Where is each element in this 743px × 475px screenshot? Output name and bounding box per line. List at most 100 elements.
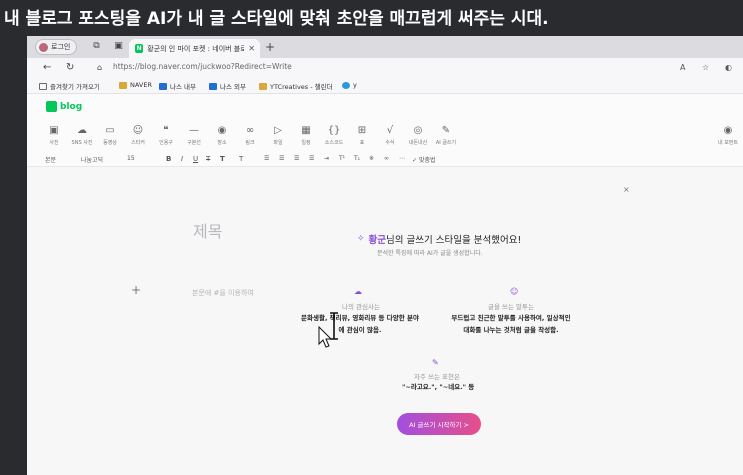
favorite-star-icon[interactable]: ☆: [702, 63, 709, 72]
lock-icon[interactable]: ⌂: [97, 63, 102, 72]
toolbar-formula-button[interactable]: √ 수식: [377, 125, 403, 146]
bookmarks-bar: 즐겨찾기 가져오기 NAVER 나스 내부 나스 외부 YTCreatives …: [27, 78, 743, 94]
editor-toolbar: ▣ 사진 ☁ SNS 사진 ▭ 동영상 ☺ 스티커 ❝ 인용구 — 구분선 ◉ 장소 ∞ 링크 ▷ 파일 ▦ 일정 {}…: [27, 121, 743, 151]
bold-button[interactable]: B: [166, 155, 171, 163]
code-icon: {}: [327, 125, 341, 136]
title-input[interactable]: 제목: [193, 218, 222, 242]
expression-text: "~라고요.", "~네요." 등: [402, 383, 475, 391]
bookmark-ytcreatives[interactable]: YTCreatives - 챌린더: [259, 81, 333, 91]
toolbar-calendar-button[interactable]: ▦ 일정: [293, 125, 319, 146]
toolbar-photo-button[interactable]: ▣ 사진: [41, 125, 67, 146]
toolbar-location-button[interactable]: ◉ 장소: [209, 125, 235, 146]
font-size-select[interactable]: 15: [127, 155, 135, 162]
superscript-icon[interactable]: T¹: [339, 155, 345, 162]
video-icon: ▭: [105, 125, 115, 136]
bookmark-nas-external[interactable]: 나스 외부: [209, 81, 246, 91]
toolbar-link-button[interactable]: ∞ 링크: [237, 125, 263, 146]
highlight-button[interactable]: T: [239, 155, 243, 163]
blog-header: blog: [27, 94, 743, 121]
bookmark-label: NAVER: [130, 81, 152, 89]
video-caption: 내 블로그 포스팅을 AI가 내 글 스타일에 맞춰 초안을 매끄럽게 써주는 …: [0, 0, 743, 36]
tab-naver-blog[interactable]: N 황군의 인 마이 포켓 : 네이버 블로그 ✕: [129, 39, 260, 58]
toolbar-label: AI 글쓰기: [435, 140, 457, 146]
sticker-icon: ☺: [132, 125, 144, 136]
expression-icon: ✎: [432, 358, 439, 367]
tab-title: 황군의 인 마이 포켓 : 네이버 블로그: [147, 44, 245, 53]
font-color-button[interactable]: T: [220, 155, 225, 163]
underline-button[interactable]: U: [193, 155, 198, 163]
align-left-icon[interactable]: ☰: [264, 155, 269, 162]
refresh-icon[interactable]: ↻: [66, 62, 74, 73]
toolbar-table-button[interactable]: ⊞ 표: [349, 125, 375, 146]
formula-icon: √: [386, 125, 394, 136]
subscript-icon[interactable]: T₁: [354, 155, 360, 162]
paragraph-style-select[interactable]: 본문: [45, 155, 56, 164]
align-list-icon[interactable]: ☰: [294, 155, 299, 162]
start-ai-writing-button[interactable]: AI 글쓰기 시작하기 >: [397, 413, 481, 435]
bookmark-label: YTCreatives - 챌린더: [270, 83, 333, 91]
special-char-icon[interactable]: ※: [369, 155, 374, 162]
interests-line-1: 문화생활, 책리뷰, 영화리뷰 등 다양한 분야: [301, 314, 419, 322]
toolbar-ai-write-button[interactable]: ✎ AI 글쓰기: [433, 125, 459, 146]
bookmark-label: 나스 내부: [170, 83, 196, 91]
url-field[interactable]: https://blog.naver.com/juckwoo?Redirect=…: [113, 62, 292, 71]
toolbar-badge-button[interactable]: ◎ 내돈내산: [405, 125, 431, 146]
tone-text: 부드럽고 친근한 말투를 사용하여, 일상적인 대화를 나누는 것처럼 글을 작…: [447, 312, 575, 336]
toolbar-divider-button[interactable]: — 구분선: [181, 125, 207, 146]
indent-icon[interactable]: ⇥: [324, 155, 329, 162]
close-icon[interactable]: ×: [623, 185, 630, 194]
italic-button[interactable]: I: [181, 155, 183, 163]
profile-button[interactable]: 로그인: [35, 39, 78, 55]
ai-sparkle-icon: ✧: [357, 234, 365, 244]
new-tab-button[interactable]: +: [265, 40, 275, 54]
interests-line-2: 에 관심이 많음.: [338, 326, 382, 334]
add-block-button[interactable]: +: [131, 283, 141, 297]
toolbar-cloud-button[interactable]: ☁ SNS 사진: [69, 125, 95, 146]
spellcheck-button[interactable]: ✓ 맞춤법: [412, 155, 436, 164]
bookmark-nas-internal[interactable]: 나스 내부: [159, 81, 196, 91]
font-select[interactable]: 나눔고딕: [81, 155, 103, 164]
extension-icon[interactable]: ◐: [725, 63, 732, 72]
toolbar-label: 수식: [385, 140, 395, 146]
interests-heading: 나의 관심사는: [342, 303, 380, 311]
tab-close-icon[interactable]: ✕: [248, 44, 255, 53]
toolbar-code-button[interactable]: {} 소스코드: [321, 125, 347, 146]
table-icon: ⊞: [357, 125, 367, 136]
link-format-icon[interactable]: ∞: [384, 155, 389, 162]
toolbar-label: 소스코드: [324, 140, 344, 146]
bookmark-y[interactable]: y: [342, 81, 357, 89]
body-input[interactable]: 본문에 #을 이용하여: [192, 288, 254, 298]
tone-line-2: 대화를 나누는 것처럼 글을 작성함.: [463, 326, 559, 334]
toolbar-label: 표: [359, 140, 365, 146]
left-gutter: [0, 36, 27, 475]
toolbar-quote-button[interactable]: ❝ 인용구: [153, 125, 179, 146]
interest-icon: ☁: [354, 287, 362, 296]
folder-icon: [119, 81, 127, 89]
tab-actions-icon[interactable]: ▣: [113, 41, 124, 52]
toolbar-label: 일정: [301, 140, 311, 146]
read-aloud-icon[interactable]: A: [680, 63, 685, 72]
workspaces-icon[interactable]: ⧉: [91, 41, 102, 52]
toolbar-label: 사진: [49, 140, 59, 146]
bookmark-import[interactable]: 즐겨찾기 가져오기: [39, 81, 100, 91]
bookmark-naver[interactable]: NAVER: [119, 81, 152, 89]
align-justify-icon[interactable]: ☰: [279, 155, 284, 162]
tone-icon: ☺: [510, 287, 519, 296]
nas-icon: [159, 82, 167, 90]
divider-icon: —: [189, 125, 199, 136]
blog-logo-icon: [46, 101, 57, 112]
avatar: [39, 42, 48, 52]
more-format-icon[interactable]: ⋯: [399, 155, 405, 162]
user-name: 황군: [368, 235, 387, 246]
blog-logo[interactable]: blog: [46, 101, 82, 112]
tab-bar: 로그인 ⧉ ▣ N 황군의 인 마이 포켓 : 네이버 블로그 ✕ +: [27, 36, 743, 58]
toolbar-video-button[interactable]: ▭ 동영상: [97, 125, 123, 146]
strikethrough-button[interactable]: T: [206, 155, 210, 163]
line-spacing-icon[interactable]: ☰: [309, 155, 314, 162]
toolbar-moment-button[interactable]: ◉ 내 모먼트: [715, 125, 741, 146]
toolbar-sticker-button[interactable]: ☺ 스티커: [125, 125, 151, 146]
quote-icon: ❝: [163, 125, 169, 136]
location-icon: ◉: [217, 125, 227, 136]
toolbar-file-button[interactable]: ▷ 파일: [265, 125, 291, 146]
back-icon[interactable]: ←: [43, 62, 51, 73]
